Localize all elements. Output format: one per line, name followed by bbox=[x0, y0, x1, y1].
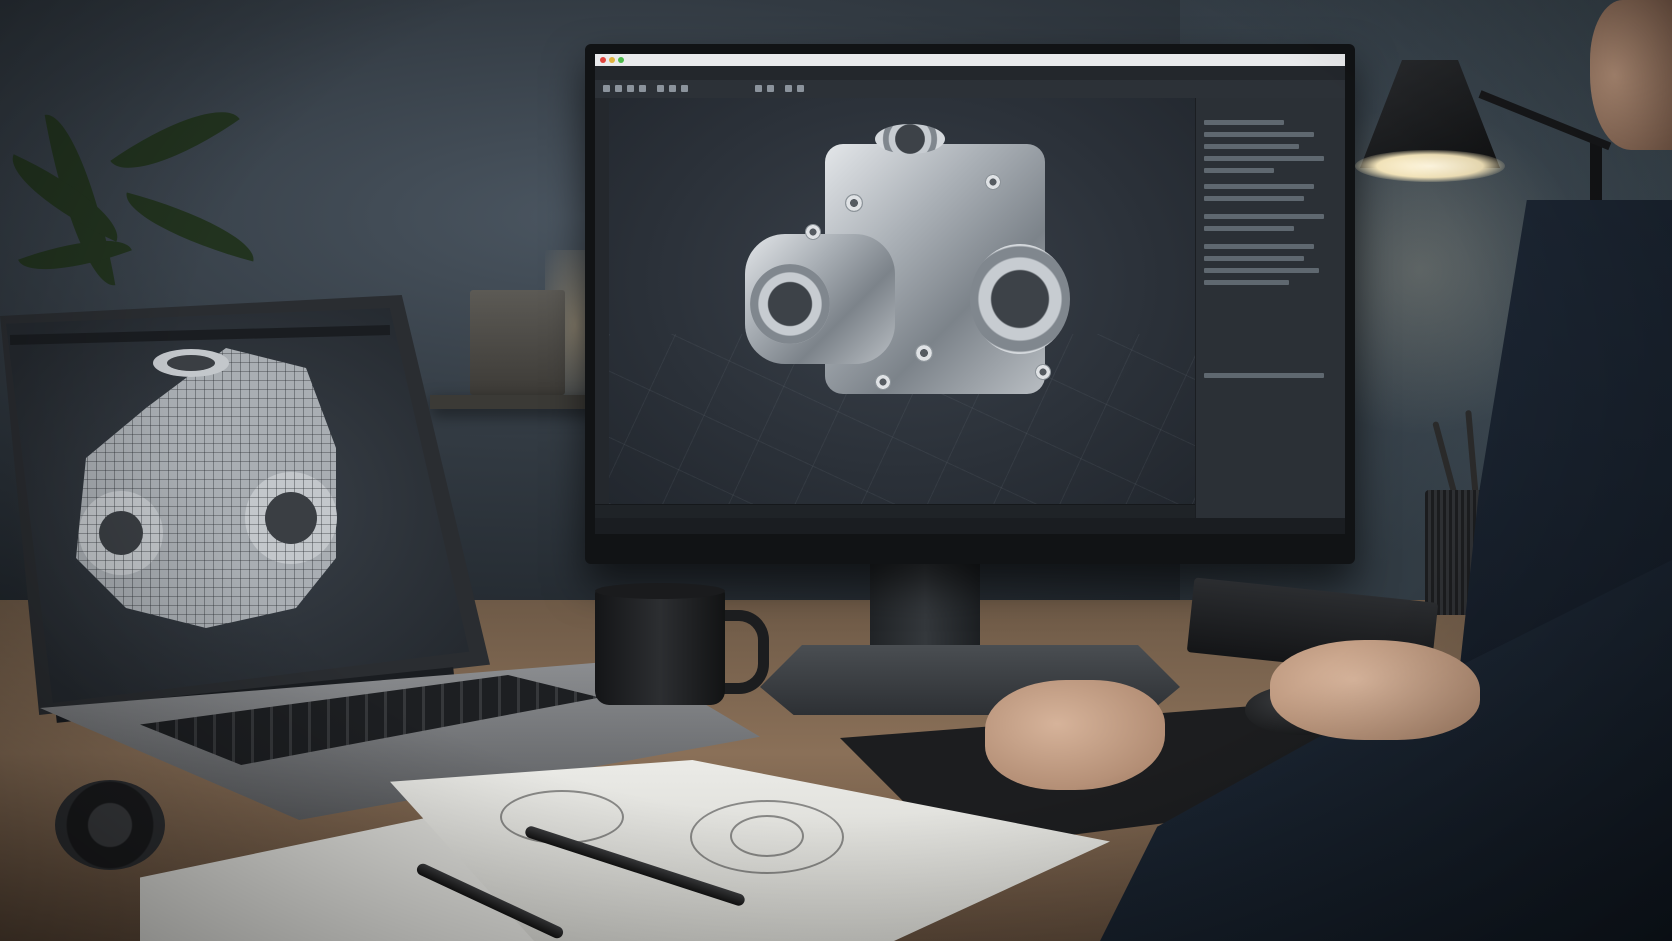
gearbox-bore-top bbox=[875, 124, 945, 154]
cad-properties-panel bbox=[1195, 98, 1345, 518]
cad-workstation-scene bbox=[0, 0, 1672, 941]
lamp-bulb-light bbox=[1355, 150, 1505, 182]
cad-status-bar bbox=[595, 518, 1345, 534]
window-close-icon[interactable] bbox=[600, 57, 606, 63]
toolbar-icon[interactable] bbox=[681, 85, 688, 92]
wireframe-gearbox bbox=[76, 348, 337, 628]
toolbar-icon[interactable] bbox=[627, 85, 634, 92]
window-minimize-icon[interactable] bbox=[609, 57, 615, 63]
toolbar-icon[interactable] bbox=[639, 85, 646, 92]
bolt-hole bbox=[845, 194, 863, 212]
bolt-hole bbox=[1035, 364, 1051, 380]
cad-left-toolstrip[interactable] bbox=[595, 98, 609, 518]
panel-property-row[interactable] bbox=[1204, 184, 1314, 189]
panel-property-row[interactable] bbox=[1204, 120, 1284, 125]
plant bbox=[0, 80, 263, 310]
panel-property-row[interactable] bbox=[1204, 244, 1314, 249]
cad-toolbar bbox=[595, 80, 1345, 99]
toolbar-icon[interactable] bbox=[767, 85, 774, 92]
metal-gear-part bbox=[55, 780, 165, 870]
toolbar-icon[interactable] bbox=[669, 85, 676, 92]
person-left-hand bbox=[985, 680, 1165, 790]
sketch-drawing bbox=[730, 815, 804, 857]
person-right-hand bbox=[1270, 640, 1480, 740]
toolbar-icon[interactable] bbox=[785, 85, 792, 92]
panel-property-row[interactable] bbox=[1204, 156, 1324, 161]
panel-property-row[interactable] bbox=[1204, 132, 1314, 137]
monitor-screen bbox=[595, 54, 1345, 534]
panel-property-row[interactable] bbox=[1204, 168, 1274, 173]
shelf-box bbox=[470, 290, 565, 395]
toolbar-icon[interactable] bbox=[657, 85, 664, 92]
shelf bbox=[430, 395, 600, 409]
gearbox-bore-left bbox=[750, 264, 830, 344]
mug-rim bbox=[595, 583, 725, 599]
panel-property-row[interactable] bbox=[1204, 268, 1319, 273]
toolbar-icon[interactable] bbox=[603, 85, 610, 92]
gearbox-bore-right bbox=[970, 244, 1070, 354]
person-face bbox=[1590, 0, 1672, 150]
plant-leaf bbox=[117, 192, 263, 262]
plant-leaf bbox=[110, 86, 240, 194]
toolbar-icon[interactable] bbox=[755, 85, 762, 92]
gearbox-model[interactable] bbox=[745, 114, 1085, 444]
panel-property-row[interactable] bbox=[1204, 214, 1324, 219]
bolt-hole bbox=[915, 344, 933, 362]
bolt-hole bbox=[805, 224, 821, 240]
panel-property-row[interactable] bbox=[1204, 226, 1294, 231]
coffee-mug bbox=[595, 590, 725, 705]
bolt-hole bbox=[985, 174, 1001, 190]
cad-title-bar bbox=[595, 54, 1345, 66]
panel-property-row[interactable] bbox=[1204, 373, 1324, 378]
panel-property-row[interactable] bbox=[1204, 280, 1289, 285]
bolt-hole bbox=[875, 374, 891, 390]
cad-menu-bar[interactable] bbox=[595, 66, 1345, 80]
panel-property-row[interactable] bbox=[1204, 256, 1304, 261]
toolbar-icon[interactable] bbox=[797, 85, 804, 92]
panel-property-row[interactable] bbox=[1204, 196, 1304, 201]
panel-property-row[interactable] bbox=[1204, 144, 1299, 149]
window-maximize-icon[interactable] bbox=[618, 57, 624, 63]
toolbar-icon[interactable] bbox=[615, 85, 622, 92]
